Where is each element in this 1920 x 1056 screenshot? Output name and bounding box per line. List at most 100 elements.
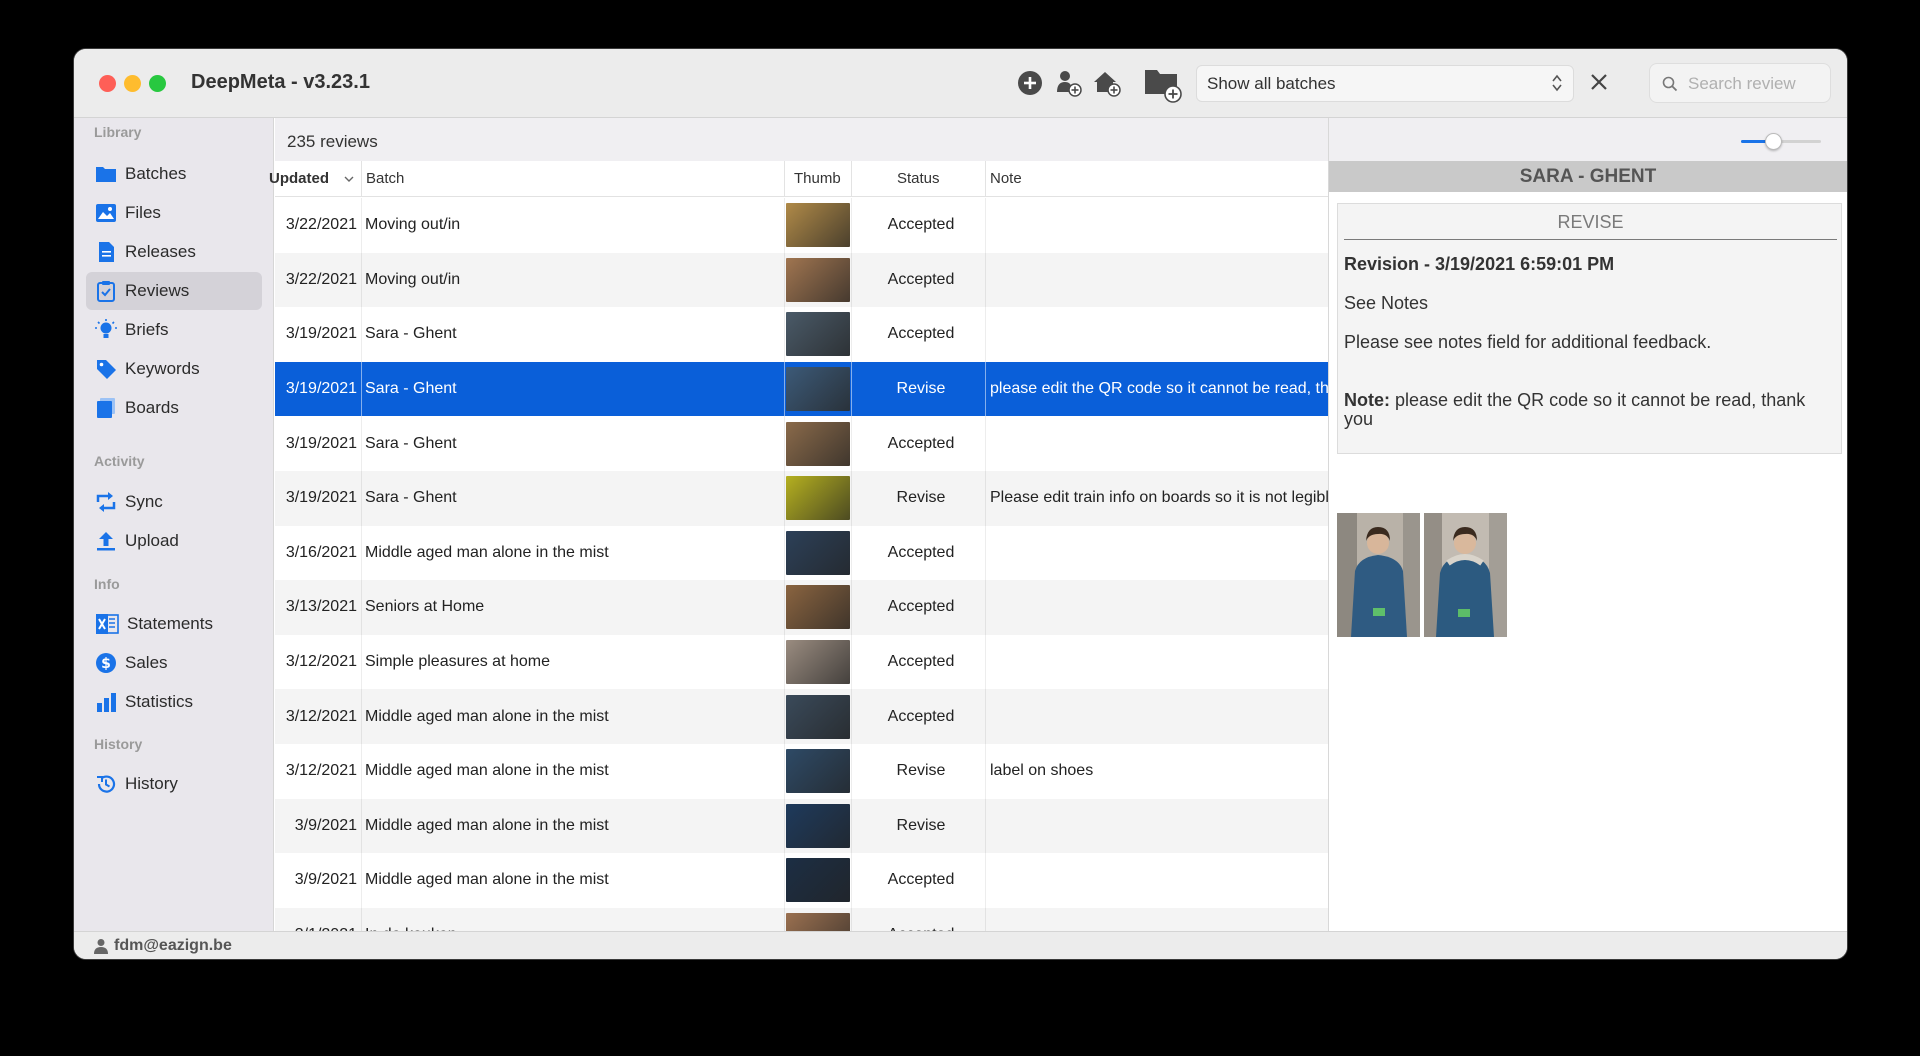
sidebar-item-history[interactable]: History xyxy=(86,765,262,803)
thumbnail-image[interactable] xyxy=(786,203,850,248)
cell-note xyxy=(990,416,1328,471)
thumbnail-image[interactable] xyxy=(786,476,850,521)
cell-note: label on shoes xyxy=(990,762,1094,780)
sidebar-item-label: Statistics xyxy=(125,692,194,711)
zoom-slider[interactable] xyxy=(1741,133,1821,150)
window-maximize-button[interactable] xyxy=(149,75,166,92)
add-circle-icon[interactable] xyxy=(1014,67,1046,99)
cell-note xyxy=(990,853,1328,908)
cell-batch: Moving out/in xyxy=(365,216,461,234)
thumbnail-image[interactable] xyxy=(786,749,850,794)
search-input[interactable] xyxy=(1688,72,1823,96)
sidebar-item-label: Boards xyxy=(125,398,179,417)
thumbnail-image[interactable] xyxy=(786,312,850,357)
batch-filter-select[interactable]: Show all batches xyxy=(1196,65,1574,102)
note-text: please edit the QR code so it cannot be … xyxy=(1344,390,1806,429)
add-home-icon[interactable] xyxy=(1091,67,1123,99)
cell-updated: 3/12/2021 xyxy=(285,653,357,671)
batch-filter-value: Show all batches xyxy=(1207,74,1336,93)
table-row[interactable]: 3/22/2021 Moving out/in Accepted xyxy=(275,198,1328,253)
section-info: Info xyxy=(94,576,120,592)
table-row[interactable]: 3/12/2021 Simple pleasures at home Accepte… xyxy=(275,634,1328,690)
table-row[interactable]: 3/19/2021 Sara - Ghent Accepted xyxy=(275,307,1328,362)
sidebar-item-files[interactable]: Files xyxy=(86,194,262,232)
cell-thumb xyxy=(785,853,851,908)
sidebar-item-reviews[interactable]: Reviews xyxy=(86,272,262,310)
sidebar-item-statistics[interactable]: Statistics xyxy=(86,683,262,721)
thumbnail-image[interactable] xyxy=(786,803,850,848)
sidebar-item-batches[interactable]: Batches xyxy=(86,155,262,193)
bar-chart-icon xyxy=(97,693,116,712)
cell-note xyxy=(990,307,1328,362)
thumbnail-image[interactable] xyxy=(786,858,850,903)
cell-status: Accepted xyxy=(887,653,955,671)
sidebar-item-releases[interactable]: Releases xyxy=(86,233,262,271)
sort-chevron-icon xyxy=(344,176,354,182)
sidebar-item-briefs[interactable]: Briefs xyxy=(86,311,262,349)
sidebar-item-boards[interactable]: Boards xyxy=(86,389,262,427)
thumbnail-image[interactable] xyxy=(786,585,850,630)
cell-updated: 3/22/2021 xyxy=(285,216,357,234)
thumbnail-image[interactable] xyxy=(786,640,850,685)
thumbnail-image[interactable] xyxy=(786,530,850,575)
table-row[interactable]: 3/12/2021 Middle aged man alone in the mi… xyxy=(275,744,1328,799)
cell-updated: 3/13/2021 xyxy=(285,598,357,616)
table-row[interactable]: 3/19/2021 Sara - Ghent Accepted xyxy=(275,416,1328,471)
cell-batch: In de keuken xyxy=(365,908,795,931)
svg-text:$: $ xyxy=(101,656,111,672)
sidebar-item-label: History xyxy=(125,774,178,793)
cell-note xyxy=(990,635,1328,690)
cell-status: Accepted xyxy=(887,871,955,889)
sidebar-item-keywords[interactable]: Keywords xyxy=(86,350,262,388)
section-history: History xyxy=(94,736,143,752)
sync-icon xyxy=(96,492,116,512)
revision-date: Revision - 3/19/2021 6:59:01 PM xyxy=(1344,254,1615,274)
thumbnail-image[interactable] xyxy=(786,694,850,739)
cell-batch: Seniors at Home xyxy=(365,598,485,616)
user-icon xyxy=(94,938,108,954)
column-status[interactable]: Status xyxy=(897,170,940,187)
window-minimize-button[interactable] xyxy=(124,75,141,92)
cell-batch: Sara - Ghent xyxy=(365,380,457,398)
table-row[interactable]: 3/19/2021 Sara - Ghent Revise Please edit t… xyxy=(275,471,1328,526)
cell-status: Accepted xyxy=(887,598,955,616)
cell-updated: 3/16/2021 xyxy=(285,543,357,561)
thumbnail-image[interactable] xyxy=(786,257,850,302)
column-updated[interactable]: Updated xyxy=(269,170,355,187)
search-field[interactable] xyxy=(1649,63,1831,103)
cell-updated: 3/19/2021 xyxy=(285,380,357,398)
sidebar-item-statements[interactable]: Statements xyxy=(86,605,262,643)
table-row[interactable]: 3/12/2021 Middle aged man alone in the mi… xyxy=(275,689,1328,744)
thumbnail-image[interactable] xyxy=(786,367,850,412)
table-row[interactable]: 3/16/2021 Middle aged man alone in the mi… xyxy=(275,525,1328,581)
thumbnail-image[interactable] xyxy=(786,421,850,466)
sidebar-item-sales[interactable]: $ Sales xyxy=(86,644,262,682)
close-icon[interactable] xyxy=(1584,67,1614,97)
window-close-button[interactable] xyxy=(99,75,116,92)
sidebar-item-sync[interactable]: Sync xyxy=(86,483,262,521)
table-row[interactable]: 3/9/2021 Middle aged man alone in the mis… xyxy=(275,798,1328,854)
app-title: DeepMeta - v3.23.1 xyxy=(191,71,370,93)
table-header: Updated Batch Thumb Status Note xyxy=(269,161,1328,197)
column-thumb[interactable]: Thumb xyxy=(794,170,841,187)
thumbnail-image[interactable] xyxy=(786,913,850,931)
sidebar-item-label: Batches xyxy=(125,164,187,183)
table-row[interactable]: 3/22/2021 Moving out/in Accepted xyxy=(275,252,1328,308)
add-folder-icon[interactable] xyxy=(1142,61,1186,105)
sidebar-item-upload[interactable]: Upload xyxy=(86,522,262,560)
sidebar-item-label: Sync xyxy=(125,492,163,511)
revision-image-1[interactable] xyxy=(1337,513,1420,637)
column-note[interactable]: Note xyxy=(990,170,1022,187)
table-row[interactable]: 3/1/2021In de keuken Accepted xyxy=(275,907,1328,931)
column-batch[interactable]: Batch xyxy=(366,170,404,187)
revision-image-2[interactable] xyxy=(1424,513,1507,637)
table-row[interactable]: 3/13/2021 Seniors at Home Accepted xyxy=(275,580,1328,635)
section-activity: Activity xyxy=(94,453,145,469)
table-row[interactable]: 3/9/2021 Middle aged man alone in the mis… xyxy=(275,853,1328,908)
table-row[interactable]: 3/19/2021 Sara - Ghent Revise please edit t… xyxy=(275,361,1328,417)
zoom-slider-knob[interactable] xyxy=(1765,133,1782,150)
lightbulb-icon xyxy=(95,319,117,338)
cell-thumb xyxy=(785,471,851,526)
add-user-icon[interactable] xyxy=(1052,67,1084,99)
sidebar-item-label: Files xyxy=(125,203,161,222)
